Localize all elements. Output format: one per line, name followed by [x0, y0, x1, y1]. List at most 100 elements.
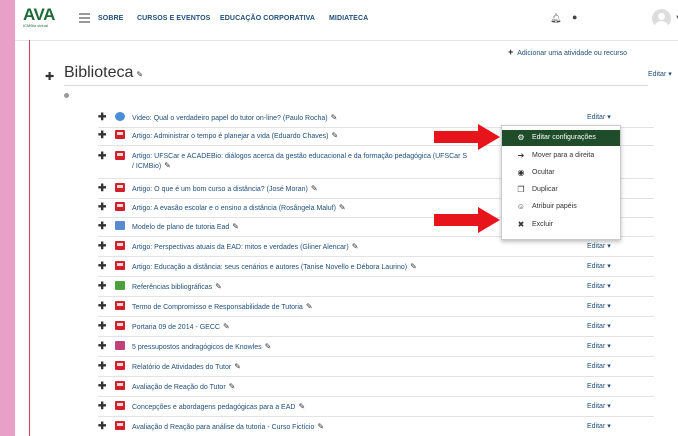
move-icon[interactable]: ✚ — [98, 321, 106, 332]
activity-link[interactable]: Artigo: O que é um bom curso a distância… — [132, 184, 318, 194]
activity-edit-menu[interactable]: Editar ▾ — [587, 262, 611, 270]
pencil-icon[interactable]: ✎ — [265, 342, 272, 351]
bell-icon[interactable]: 🔔︎ — [550, 13, 561, 24]
move-icon[interactable]: ✚ — [98, 112, 106, 123]
move-icon[interactable]: ✚ — [98, 301, 106, 312]
activity-title: Avaliação d Reação para análise da tutor… — [132, 424, 315, 431]
trash-icon: ✖ — [517, 220, 525, 229]
pencil-icon[interactable]: ✎ — [410, 262, 417, 271]
pdf-icon — [115, 381, 125, 390]
activity-link[interactable]: 5 pressupostos andragógicos de Knowles ✎ — [132, 342, 271, 352]
pdf-icon — [115, 130, 125, 139]
pencil-icon[interactable]: ✎ — [317, 422, 324, 431]
activity-link[interactable]: Referências bibliográficas ✎ — [132, 282, 222, 292]
activity-link[interactable]: Artigo: UFSCar e ACADEBio: diálogos acer… — [132, 152, 492, 171]
move-icon[interactable]: ✚ — [98, 381, 106, 392]
menu-item-label: Editar configurações — [532, 134, 596, 141]
activity-edit-menu[interactable]: Editar ▾ — [587, 342, 611, 350]
nav-midiateca[interactable]: MIDIATECA — [329, 15, 368, 22]
activity-link[interactable]: Portaria 09 de 2014 - GECC ✎ — [132, 322, 230, 332]
activity-link[interactable]: Termo de Compromisso e Responsabilidade … — [132, 302, 313, 312]
activity-edit-menu[interactable]: Editar ▾ — [587, 242, 611, 250]
user-avatar-icon[interactable] — [652, 9, 671, 28]
pencil-icon[interactable]: ✎ — [232, 222, 239, 231]
activity-link[interactable]: Artigo: A evasão escolar e o ensino a di… — [132, 203, 346, 213]
activity-edit-label: Editar — [587, 343, 606, 350]
site-logo[interactable]: AVA ICMBio virtual — [23, 6, 55, 28]
move-icon[interactable]: ✚ — [98, 241, 106, 252]
activity-link[interactable]: Video: Qual o verdadeiro papel do tutor … — [132, 113, 337, 123]
activity-link[interactable]: Avaliação d Reação para análise da tutor… — [132, 422, 324, 432]
activity-edit-label: Editar — [587, 303, 606, 310]
add-activity-link[interactable]: + Adicionar uma atividade ou recurso — [508, 47, 627, 57]
activity-link[interactable]: Relatório de Atividades do Tutor ✎ — [132, 362, 241, 372]
activity-edit-label: Editar — [587, 283, 606, 290]
activity-edit-menu[interactable]: Editar ▾ — [587, 322, 611, 330]
move-icon[interactable]: ✚ — [98, 202, 106, 213]
activity-link[interactable]: Artigo: Administrar o tempo é planejar a… — [132, 131, 338, 141]
pdf-icon — [115, 321, 125, 330]
activity-edit-menu[interactable]: Editar ▾ — [587, 113, 611, 121]
menu-item-excluir[interactable]: ✖ Excluir — [502, 217, 620, 233]
logo-text: AVA — [23, 5, 55, 24]
activity-title: Artigo: A evasão escolar e o ensino a di… — [132, 205, 336, 212]
activity-edit-menu[interactable]: Editar ▾ — [587, 282, 611, 290]
menu-item-ocultar[interactable]: ◉ Ocultar — [502, 165, 620, 181]
pencil-icon[interactable]: ✎ — [164, 161, 171, 170]
activity-edit-menu[interactable]: Editar ▾ — [587, 402, 611, 410]
move-icon[interactable]: ✚ — [98, 341, 106, 352]
activity-title: Avaliação de Reação do Tutor — [132, 384, 226, 391]
move-icon[interactable]: ✚ — [98, 221, 106, 232]
pencil-icon[interactable]: ✎ — [332, 131, 339, 140]
pencil-icon[interactable]: ✎ — [223, 322, 230, 331]
section-edit-label: Editar — [648, 71, 667, 78]
activity-edit-menu[interactable]: Editar ▾ — [587, 382, 611, 390]
activity-edit-menu[interactable]: Editar ▾ — [587, 302, 611, 310]
chat-icon[interactable]: ● — [572, 12, 577, 22]
copy-icon: ❐ — [517, 185, 525, 194]
pencil-icon[interactable]: ✎ — [298, 402, 305, 411]
move-icon[interactable]: ✚ — [45, 70, 54, 83]
menu-item-duplicar[interactable]: ❐ Duplicar — [502, 182, 620, 198]
pencil-icon[interactable]: ✎ — [306, 302, 313, 311]
activity-link[interactable]: Artigo: Educação a distância: seus cenár… — [132, 262, 417, 272]
move-icon[interactable]: ✚ — [98, 261, 106, 272]
section-edit-menu[interactable]: Editar ▾ — [648, 70, 672, 78]
activity-link[interactable]: Concepções e abordagens pedagógicas para… — [132, 402, 305, 412]
move-icon[interactable]: ✚ — [98, 151, 106, 162]
move-icon[interactable]: ✚ — [98, 183, 106, 194]
pencil-icon[interactable]: ✎ — [352, 242, 359, 251]
move-icon[interactable]: ✚ — [98, 361, 106, 372]
activity-row: ✚ Avaliação d Reação para análise da tuto… — [98, 418, 654, 436]
menu-item-atribuir-papeis[interactable]: ☺ Atribuir papéis — [502, 199, 620, 215]
pencil-icon[interactable]: ✎ — [339, 203, 346, 212]
menu-item-label: Excluir — [532, 221, 554, 228]
activity-link[interactable]: Modelo de plano de tutoria Ead ✎ — [132, 222, 239, 232]
pdf-icon — [115, 151, 125, 160]
menu-item-editar-configuracoes[interactable]: ⚙ Editar configurações — [502, 130, 620, 146]
pencil-icon[interactable]: ✎ — [331, 113, 338, 122]
nav-sobre[interactable]: SOBRE — [98, 15, 123, 22]
activity-edit-label: Editar — [587, 383, 606, 390]
nav-educacao-corporativa[interactable]: EDUCAÇÃO CORPORATIVA — [220, 15, 315, 22]
pencil-icon[interactable]: ✎ — [234, 362, 241, 371]
move-icon[interactable]: ✚ — [98, 401, 106, 412]
pencil-icon[interactable]: ✎ — [136, 70, 143, 79]
activity-edit-label: Editar — [587, 323, 606, 330]
move-icon[interactable]: ✚ — [98, 130, 106, 141]
pencil-icon[interactable]: ✎ — [311, 184, 318, 193]
move-icon[interactable]: ✚ — [98, 281, 106, 292]
gear-icon: ⚙ — [517, 133, 525, 142]
activity-link[interactable]: Artigo: Perspectivas atuais da EAD: mito… — [132, 242, 358, 252]
move-icon[interactable]: ✚ — [98, 421, 106, 432]
menu-item-mover-para-a-direita[interactable]: ➔ Mover para a direita — [502, 148, 620, 164]
pencil-icon[interactable]: ✎ — [229, 382, 236, 391]
activity-title: Portaria 09 de 2014 - GECC — [132, 324, 220, 331]
activity-link[interactable]: Avaliação de Reação do Tutor ✎ — [132, 382, 235, 392]
hamburger-menu-icon[interactable] — [79, 13, 90, 23]
activity-edit-menu[interactable]: Editar ▾ — [587, 362, 611, 370]
pencil-icon[interactable]: ✎ — [215, 282, 222, 291]
nav-cursos-e-eventos[interactable]: CURSOS E EVENTOS — [137, 15, 210, 22]
activity-edit-menu[interactable]: Editar ▾ — [587, 422, 611, 430]
pdf-icon — [115, 401, 125, 410]
